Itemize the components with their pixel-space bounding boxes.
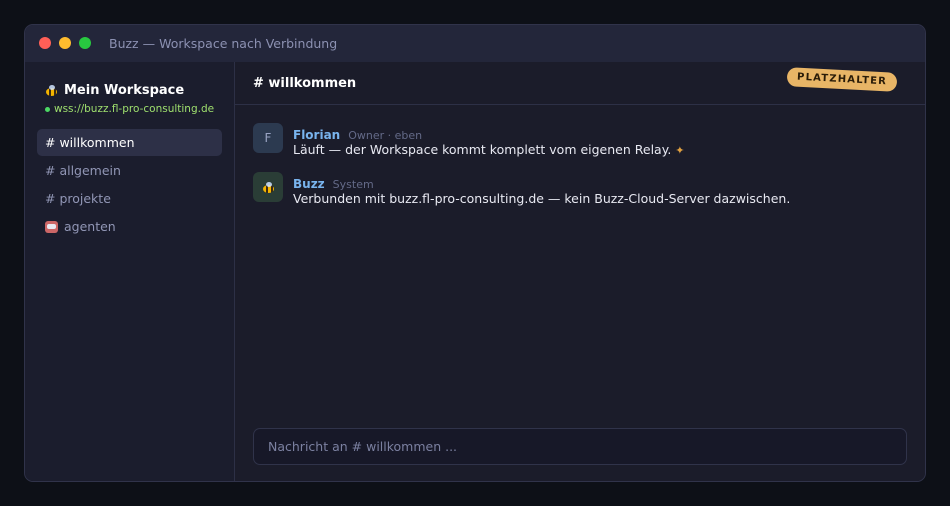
- window-title: Buzz — Workspace nach Verbindung: [109, 36, 338, 51]
- message-composer: [253, 428, 907, 465]
- title-bar: Buzz — Workspace nach Verbindung: [25, 25, 925, 63]
- message-item: Buzz System Verbunden mit buzz.fl-pro-con…: [253, 172, 911, 206]
- channel-label: # allgemein: [45, 163, 121, 178]
- maximize-window-button[interactable]: [79, 37, 91, 49]
- message-meta: Florian Owner · eben: [293, 124, 422, 143]
- bee-icon: [45, 85, 58, 96]
- minimize-window-button[interactable]: [59, 37, 71, 49]
- message-text-row: Verbunden mit buzz.fl-pro-consulting.de …: [293, 191, 790, 206]
- channel-item-allgemein[interactable]: # allgemein: [37, 157, 222, 184]
- channel-item-projekte[interactable]: # projekte: [37, 185, 222, 212]
- sidebar: Mein Workspace wss://buzz.fl-pro-consult…: [25, 62, 235, 481]
- channel-header: # willkommen PLATZHALTER: [235, 62, 925, 105]
- workspace-url: wss://buzz.fl-pro-consulting.de: [54, 103, 215, 115]
- channel-title: # willkommen: [253, 76, 357, 91]
- message-text: Verbunden mit buzz.fl-pro-consulting.de …: [293, 191, 791, 206]
- message-author[interactable]: Buzz: [293, 177, 325, 191]
- channel-label: # projekte: [45, 191, 111, 206]
- workspace-name: Mein Workspace: [64, 83, 185, 98]
- avatar-initial: F: [264, 131, 272, 145]
- message-item: F Florian Owner · eben Läuft — der Worksp…: [253, 123, 911, 157]
- channel-item-agenten[interactable]: agenten: [37, 213, 222, 240]
- avatar[interactable]: [253, 172, 283, 202]
- channel-list: # willkommen # allgemein # projekte agen…: [37, 129, 222, 241]
- party-popper-icon: ✦: [675, 144, 685, 157]
- close-window-button[interactable]: [39, 37, 51, 49]
- message-meta: Buzz System: [293, 173, 374, 192]
- robot-icon: [45, 220, 58, 233]
- message-text: Läuft — der Workspace kommt komplett vom…: [293, 142, 672, 157]
- workspace-connection: wss://buzz.fl-pro-consulting.de: [45, 103, 224, 115]
- message-input[interactable]: [254, 429, 906, 464]
- workspace-name-row[interactable]: Mein Workspace: [45, 83, 224, 98]
- message-role: Owner · eben: [348, 129, 423, 142]
- bee-icon: [262, 181, 275, 193]
- main-pane: # willkommen PLATZHALTER F Florian Owner …: [235, 62, 925, 481]
- message-text-row: Läuft — der Workspace kommt komplett vom…: [293, 142, 685, 157]
- channel-label: agenten: [64, 219, 116, 234]
- channel-label: # willkommen: [45, 135, 135, 150]
- connected-status-dot: [45, 106, 50, 112]
- avatar[interactable]: F: [253, 123, 283, 153]
- app-window: Buzz — Workspace nach Verbindung Mein Wo…: [24, 24, 926, 482]
- placeholder-badge: PLATZHALTER: [786, 67, 898, 92]
- channel-item-willkommen[interactable]: # willkommen: [37, 129, 222, 156]
- workspace-header: Mein Workspace wss://buzz.fl-pro-consult…: [45, 83, 224, 115]
- message-author[interactable]: Florian: [293, 128, 340, 142]
- message-role: System: [332, 178, 374, 191]
